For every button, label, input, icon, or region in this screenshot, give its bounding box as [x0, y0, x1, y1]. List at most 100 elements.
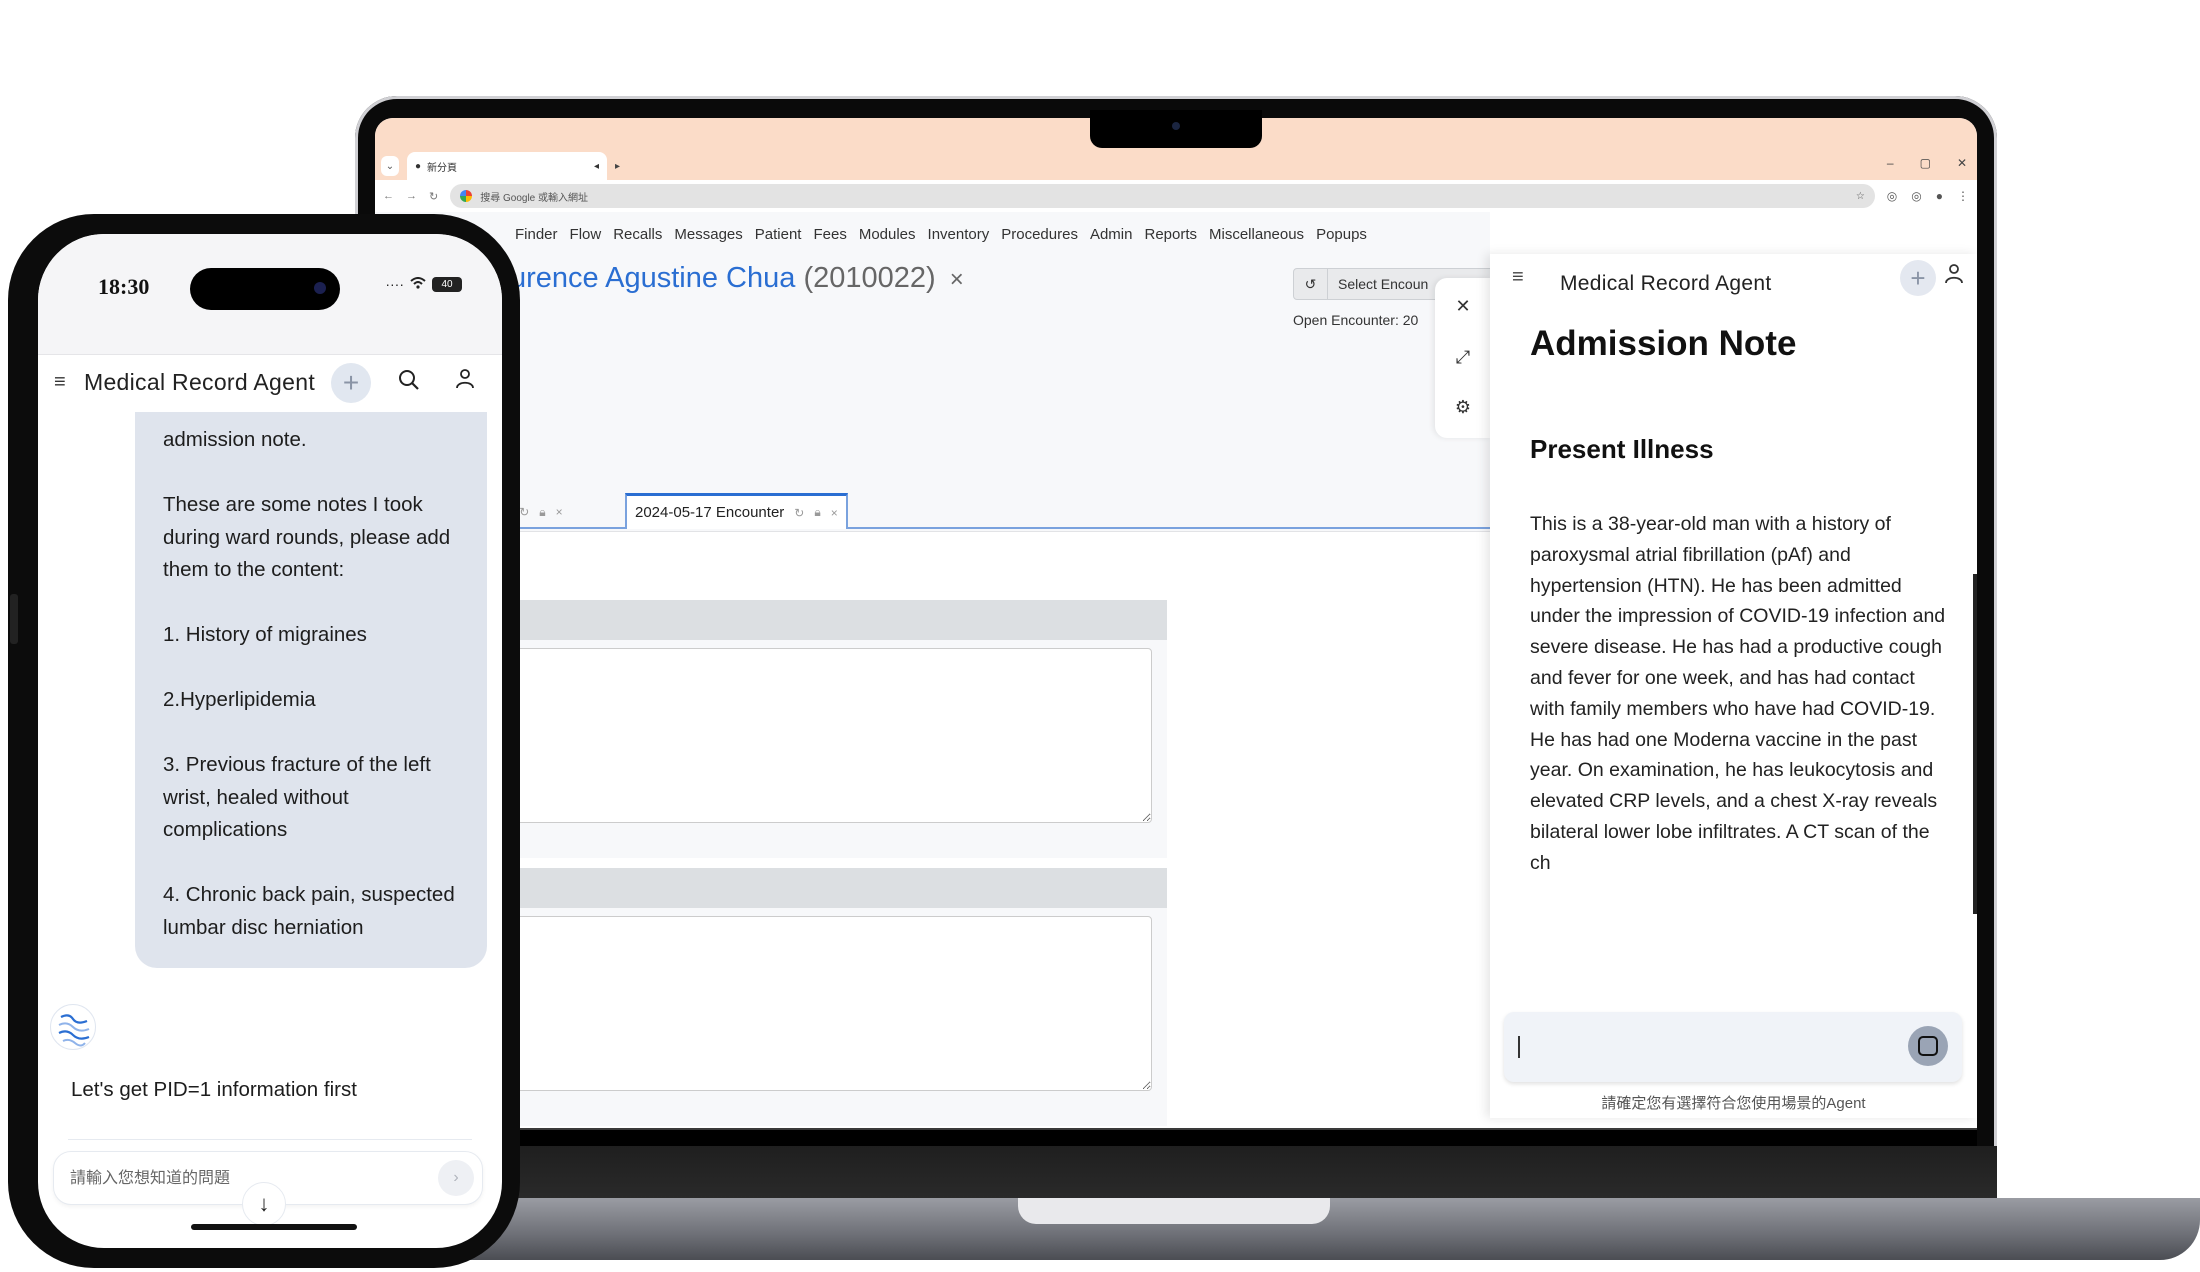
nav-item-modules[interactable]: Modules: [859, 226, 916, 243]
phone-app-header: ≡ Medical Record Agent +: [38, 354, 502, 414]
emr-main-nav: Finder Flow Recalls Messages Patient Fee…: [515, 226, 1367, 243]
laptop-notch: [1090, 110, 1262, 148]
close-icon[interactable]: ✕: [1455, 296, 1470, 317]
google-icon: [460, 190, 473, 202]
stop-generation-button[interactable]: [1908, 1026, 1948, 1066]
battery-icon: 40: [432, 276, 462, 292]
user-message-bubble: admission note. These are some notes I t…: [135, 412, 487, 968]
phone: 18:30 ···· 40 ≡ Medical Record Agent + a…: [8, 214, 520, 1268]
laptop-screen: ⌄ ● 新分頁 ◂ ▸ – ▢ ✕ ← → ↻ 搜尋 Google 或輸入網址: [375, 118, 1977, 1128]
emr-application: Finder Flow Recalls Messages Patient Fee…: [375, 212, 1493, 1128]
menu-icon[interactable]: ≡: [54, 371, 66, 394]
maximize-window-button[interactable]: ▢: [1920, 156, 1931, 170]
new-chat-button[interactable]: +: [331, 363, 371, 403]
back-icon[interactable]: ←: [383, 190, 394, 202]
dynamic-island: [190, 268, 340, 310]
close-tab-icon[interactable]: ×: [831, 506, 838, 520]
home-indicator[interactable]: [191, 1224, 357, 1230]
patient-name-link[interactable]: urence Agustine Chua: [510, 262, 795, 294]
user-icon[interactable]: [456, 369, 474, 395]
reload-icon[interactable]: ↻: [429, 190, 438, 203]
bookmark-icon[interactable]: ☆: [1856, 191, 1865, 202]
present-illness-text: This is a 38-year-old man with a history…: [1530, 513, 1946, 874]
new-tab-icon[interactable]: ▸: [615, 161, 620, 172]
phone-screen: 18:30 ···· 40 ≡ Medical Record Agent + a…: [38, 234, 502, 1248]
address-placeholder: 搜尋 Google 或輸入網址: [480, 192, 589, 204]
new-chat-button[interactable]: +: [1900, 260, 1936, 296]
nav-item-finder[interactable]: Finder: [515, 226, 558, 243]
browser-tab-title: 新分頁: [427, 162, 458, 174]
nav-item-patient[interactable]: Patient: [755, 226, 802, 243]
status-icons: ···· 40: [385, 276, 462, 292]
more-menu-icon[interactable]: ⋮: [1957, 189, 1969, 203]
expand-icon[interactable]: ⤢: [1456, 347, 1470, 368]
phone-side-button: [10, 594, 18, 644]
profile-icon[interactable]: ●: [1936, 189, 1943, 203]
send-button[interactable]: ›: [438, 1160, 474, 1196]
tab-encounter[interactable]: 2024-05-17 Encounter ↻ 🔒︎ ×: [625, 493, 848, 529]
refresh-icon[interactable]: ↻: [794, 506, 804, 520]
address-bar[interactable]: 搜尋 Google 或輸入網址 ☆: [450, 184, 1875, 208]
agent-reply: Let's get PID=1 information first: [71, 1078, 357, 1101]
laptop-hinge: [375, 1146, 1997, 1200]
nav-item-procedures[interactable]: Procedures: [1001, 226, 1078, 243]
browser-toolbar: ← → ↻ 搜尋 Google 或輸入網址 ☆ ◎ ◎ ● ⋮: [375, 180, 1977, 212]
user-icon[interactable]: [1945, 264, 1963, 290]
extension-icon[interactable]: ◎: [1911, 189, 1921, 203]
open-encounter-text: Open Encounter: 20: [1293, 312, 1419, 328]
tab-search-chevron-icon[interactable]: ⌄: [381, 156, 399, 176]
agent-panel-header: ≡ Medical Record Agent +: [1490, 254, 1977, 308]
divider: [68, 1139, 472, 1140]
nav-item-fees[interactable]: Fees: [813, 226, 846, 243]
close-tab-icon[interactable]: ×: [556, 505, 563, 519]
browser-tab[interactable]: ● 新分頁 ◂: [407, 152, 607, 180]
minimize-window-button[interactable]: –: [1887, 156, 1894, 170]
extension-icon[interactable]: ◎: [1887, 189, 1897, 203]
settings-icon[interactable]: ⚙: [1455, 397, 1471, 418]
close-window-button[interactable]: ✕: [1957, 156, 1967, 170]
tab-label: 2024-05-17 Encounter: [635, 504, 785, 521]
tab-favicon-icon: ●: [415, 160, 422, 172]
scroll-down-button[interactable]: ↓: [242, 1182, 286, 1226]
document-heading: Admission Note: [1530, 324, 1797, 363]
laptop-bezel-bottom: [375, 1128, 1977, 1146]
nav-item-flow[interactable]: Flow: [570, 226, 602, 243]
laptop-opening-notch: [1018, 1198, 1330, 1224]
camera-icon: [1172, 122, 1180, 130]
forward-icon[interactable]: →: [406, 190, 417, 202]
chat-input[interactable]: [70, 1166, 390, 1192]
agent-panel: ≡ Medical Record Agent + Admission Note …: [1490, 254, 1977, 1118]
tab-audio-icon[interactable]: ◂: [594, 161, 599, 172]
agent-avatar: [50, 1004, 96, 1050]
nav-item-popups[interactable]: Popups: [1316, 226, 1367, 243]
patient-id: (2010022): [803, 262, 936, 294]
nav-item-inventory[interactable]: Inventory: [928, 226, 990, 243]
wifi-icon: [410, 276, 426, 292]
close-patient-button[interactable]: ×: [950, 266, 964, 293]
app-title: Medical Record Agent: [84, 369, 316, 395]
lock-icon[interactable]: 🔒︎: [539, 505, 545, 520]
nav-item-reports[interactable]: Reports: [1144, 226, 1197, 243]
history-icon: ↺: [1294, 269, 1328, 299]
agent-input[interactable]: [1504, 1012, 1962, 1082]
lock-icon[interactable]: 🔒︎: [814, 505, 820, 520]
status-bar: 18:30 ···· 40: [38, 234, 502, 354]
patient-header: urence Agustine Chua (2010022) ×: [510, 262, 964, 295]
agent-hint: 請確定您有選擇符合您使用場景的Agent: [1601, 1095, 1866, 1112]
text-caret: [1518, 1036, 1520, 1058]
emr-tab-row: × Patient Issues ↻ 🔒︎ × 2024-05-17 Encou…: [375, 493, 1490, 529]
nav-item-messages[interactable]: Messages: [674, 226, 742, 243]
nav-item-admin[interactable]: Admin: [1090, 226, 1133, 243]
camera-icon: [314, 282, 326, 294]
refresh-icon[interactable]: ↻: [519, 505, 529, 519]
section-heading: Present Illness: [1530, 434, 1714, 464]
menu-icon[interactable]: ≡: [1512, 266, 1524, 289]
nav-item-recalls[interactable]: Recalls: [613, 226, 662, 243]
device-mockup-stage: ⌄ ● 新分頁 ◂ ▸ – ▢ ✕ ← → ↻ 搜尋 Google 或輸入網址: [0, 0, 2200, 1272]
encounter-form: SOAP Subjective Objective Assessment: [375, 531, 1490, 1128]
stop-icon: [1918, 1036, 1938, 1056]
search-icon[interactable]: [398, 369, 420, 397]
scrollbar[interactable]: [1973, 574, 1977, 914]
select-encounter-label: Select Encoun: [1338, 276, 1429, 292]
nav-item-miscellaneous[interactable]: Miscellaneous: [1209, 226, 1304, 243]
